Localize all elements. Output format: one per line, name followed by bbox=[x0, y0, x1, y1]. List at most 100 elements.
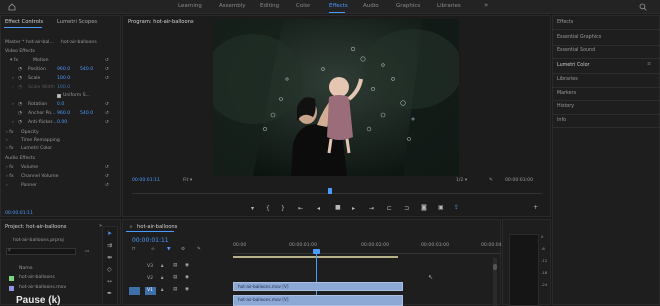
panel-libraries[interactable]: Libraries bbox=[557, 77, 578, 82]
tab-lumetri-scopes[interactable]: Lumetri Scopes bbox=[57, 19, 97, 25]
fit-dropdown[interactable]: Fit ▾ bbox=[183, 178, 192, 183]
home-icon[interactable] bbox=[8, 3, 16, 11]
step-back-icon[interactable]: ◂ bbox=[317, 206, 320, 212]
project-item-clip[interactable]: hot-air-balloons.mov bbox=[19, 285, 66, 290]
playhead-handle[interactable] bbox=[313, 249, 320, 254]
reset-icon[interactable]: ↺ bbox=[105, 76, 109, 81]
anti-flicker-value[interactable]: 0.00 bbox=[57, 120, 67, 125]
razor-tool-icon[interactable]: ◇ bbox=[107, 267, 112, 273]
workspace-effects[interactable]: Effects bbox=[329, 3, 348, 9]
fx-opacity-toggle[interactable]: › fx bbox=[6, 130, 14, 135]
expand-rotation-icon[interactable]: › bbox=[12, 102, 14, 107]
eye-icon[interactable]: ◉ bbox=[185, 287, 189, 292]
reset-icon[interactable]: ↺ bbox=[105, 174, 109, 179]
panel-menu-icon[interactable]: ≡ bbox=[647, 62, 651, 67]
linked-selection-icon[interactable]: ∞ bbox=[151, 247, 155, 252]
panel-effects[interactable]: Effects bbox=[557, 20, 573, 25]
mark-out-icon[interactable]: } bbox=[281, 206, 285, 212]
go-to-in-icon[interactable]: ⇤ bbox=[298, 206, 303, 212]
add-marker-icon[interactable]: ▾ bbox=[251, 206, 254, 212]
lock-icon[interactable]: 🔒︎ bbox=[161, 275, 163, 281]
step-forward-icon[interactable]: ▸ bbox=[352, 206, 355, 212]
timeline-timecode[interactable]: 00:00:01:11 bbox=[132, 237, 169, 244]
playhead-marker[interactable] bbox=[328, 188, 332, 194]
mark-in-icon[interactable]: { bbox=[266, 206, 270, 212]
panel-lumetri-color[interactable]: Lumetri Color bbox=[557, 63, 590, 68]
add-marker-icon[interactable]: ▼ bbox=[167, 247, 171, 252]
panel-info[interactable]: Info bbox=[557, 118, 566, 123]
expand-scale-icon[interactable]: › bbox=[12, 76, 14, 81]
reset-icon[interactable]: ↺ bbox=[105, 183, 109, 188]
go-to-out-icon[interactable]: ⇥ bbox=[369, 206, 374, 212]
slip-tool-icon[interactable]: ⇿ bbox=[107, 279, 112, 285]
project-item-sequence[interactable]: hot-air-balloons bbox=[19, 275, 55, 280]
stopwatch-icon[interactable]: ◔ bbox=[18, 67, 22, 72]
sync-icon[interactable]: ▤ bbox=[173, 275, 177, 280]
clip-v2[interactable]: hot-air-balloons.mov [V] bbox=[233, 282, 403, 291]
ripple-edit-tool-icon[interactable]: ⇹ bbox=[107, 255, 112, 261]
scrub-bar[interactable] bbox=[132, 188, 542, 194]
comparison-view-icon[interactable]: ▣ bbox=[438, 205, 444, 211]
track-select-tool-icon[interactable]: ⇉ bbox=[107, 243, 112, 249]
rotation-value[interactable]: 0.0 bbox=[57, 102, 64, 107]
v1-source-patch[interactable] bbox=[129, 287, 140, 295]
program-monitor-title[interactable]: Program: hot-air-balloons bbox=[128, 19, 194, 25]
anchor-x-value[interactable]: 960.0 bbox=[57, 111, 70, 116]
stopwatch-icon[interactable]: ◔ bbox=[18, 102, 22, 107]
track-v1-label[interactable]: V1 bbox=[147, 288, 153, 293]
reset-icon[interactable]: ↺ bbox=[105, 111, 109, 116]
wrench-icon[interactable]: ✎ bbox=[197, 247, 201, 252]
timeline-settings-icon[interactable]: ⚙ bbox=[181, 247, 185, 252]
reset-icon[interactable]: ↺ bbox=[105, 165, 109, 170]
workspace-audio[interactable]: Audio bbox=[363, 3, 379, 9]
stopwatch-icon[interactable]: ◔ bbox=[18, 76, 22, 81]
panel-markers[interactable]: Markers bbox=[557, 91, 576, 96]
share-icon[interactable]: ⇪ bbox=[454, 205, 459, 211]
clip-v1[interactable]: hot-air-balloons.mov [V] bbox=[233, 295, 403, 306]
panel-essential-sound[interactable]: Essential Sound bbox=[557, 48, 595, 53]
fx-panner-toggle[interactable]: › bbox=[6, 183, 8, 188]
fx-volume-toggle[interactable]: › fx bbox=[6, 165, 14, 170]
export-frame-icon[interactable]: ◙ bbox=[421, 205, 427, 211]
play-stop-icon[interactable]: ■ bbox=[335, 205, 341, 211]
project-search-input[interactable]: ⌕ bbox=[6, 247, 76, 255]
scale-value[interactable]: 100.0 bbox=[57, 76, 70, 81]
tab-project[interactable]: Project: hot-air-balloons bbox=[5, 224, 67, 230]
workspace-graphics[interactable]: Graphics bbox=[396, 3, 420, 9]
clip-label[interactable]: hot-air-balloons bbox=[61, 40, 97, 45]
sync-icon[interactable]: ▤ bbox=[173, 263, 177, 268]
workspace-learning[interactable]: Learning bbox=[178, 3, 202, 9]
close-sequence-icon[interactable]: × bbox=[129, 225, 133, 230]
add-button-icon[interactable]: + bbox=[533, 205, 538, 211]
overwrite-icon[interactable]: ⊐ bbox=[404, 206, 409, 212]
workspace-editing[interactable]: Editing bbox=[260, 3, 279, 9]
reset-icon[interactable]: ↺ bbox=[105, 67, 109, 72]
name-column-header[interactable]: Name bbox=[19, 266, 33, 271]
insert-icon[interactable]: ⊏ bbox=[387, 206, 392, 212]
eye-icon[interactable]: ◉ bbox=[185, 275, 189, 280]
track-v2-label[interactable]: V2 bbox=[147, 276, 153, 281]
quality-dropdown[interactable]: 1/2 ▾ bbox=[456, 178, 467, 183]
fx-time-remap-toggle[interactable]: › bbox=[6, 138, 8, 143]
anchor-y-value[interactable]: 540.0 bbox=[80, 111, 93, 116]
track-v3-label[interactable]: V3 bbox=[147, 264, 153, 269]
reset-icon[interactable]: ↺ bbox=[105, 120, 109, 125]
new-bin-icon[interactable]: ▭ bbox=[85, 249, 89, 254]
pen-tool-icon[interactable]: ✒ bbox=[107, 291, 112, 297]
selection-tool-icon[interactable]: ➤ bbox=[107, 231, 112, 237]
position-y-value[interactable]: 540.0 bbox=[80, 67, 93, 72]
panel-essential-graphics[interactable]: Essential Graphics bbox=[557, 35, 601, 40]
scroll-handle[interactable] bbox=[493, 264, 497, 270]
effect-controls-timecode[interactable]: 00:00:01:11 bbox=[5, 211, 33, 216]
workspace-assembly[interactable]: Assembly bbox=[219, 3, 246, 9]
uniform-scale-checkbox[interactable] bbox=[57, 94, 61, 98]
sync-icon[interactable]: ▤ bbox=[173, 287, 177, 292]
wrench-icon[interactable]: ✎ bbox=[489, 178, 493, 183]
more-workspaces-icon[interactable]: » bbox=[484, 1, 488, 9]
reset-icon[interactable]: ↺ bbox=[105, 58, 109, 63]
source-label[interactable]: Master * hot-air-bal... bbox=[5, 40, 54, 45]
lock-icon[interactable]: 🔒︎ bbox=[161, 263, 163, 269]
eye-icon[interactable]: ◉ bbox=[185, 263, 189, 268]
time-ruler[interactable]: 00:00 00:00:01:00 00:00:02:00 00:00:03:0… bbox=[233, 238, 509, 254]
tab-sequence[interactable]: hot-air-balloons bbox=[137, 224, 177, 230]
